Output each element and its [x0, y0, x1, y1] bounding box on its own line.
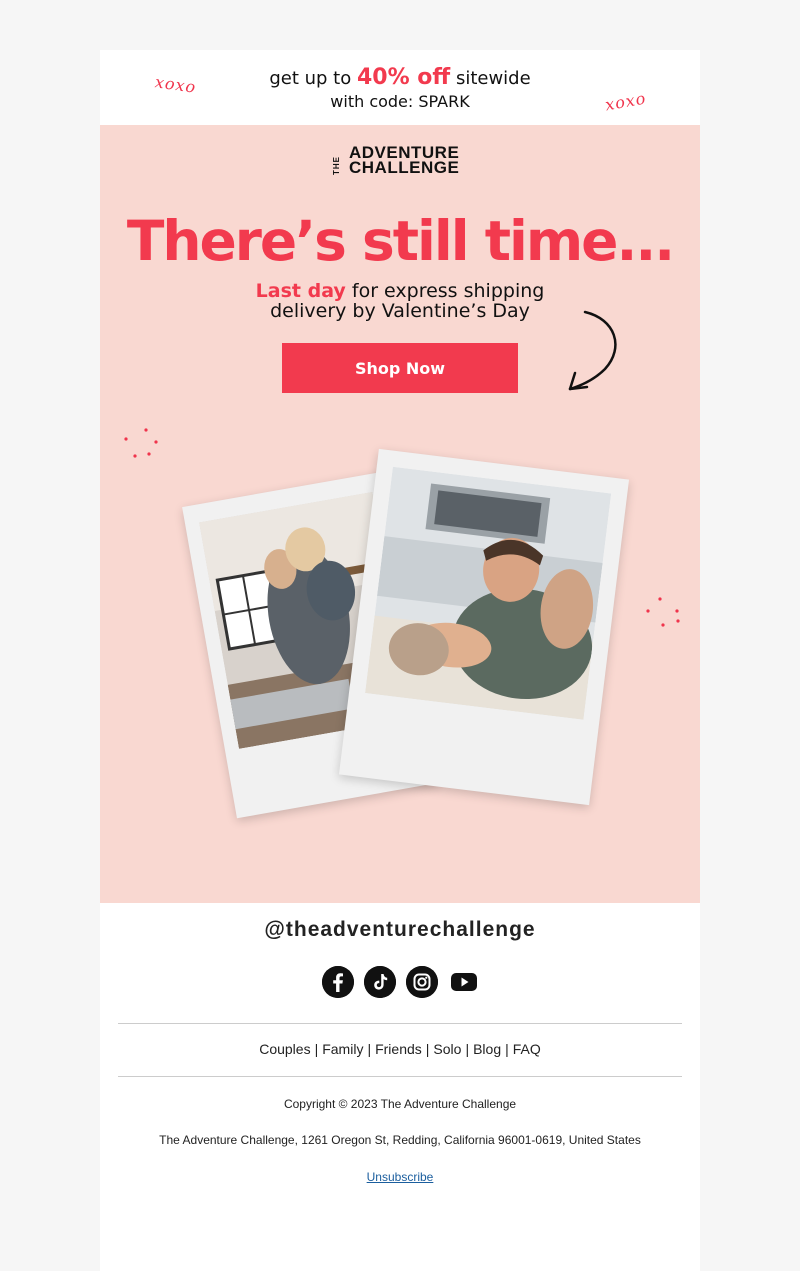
- unsubscribe-row: Unsubscribe: [100, 1170, 700, 1184]
- copyright-text: Copyright © 2023 The Adventure Challenge: [283, 1097, 517, 1111]
- confetti-dots-icon: [646, 597, 680, 627]
- promo-prefix: get up to: [269, 68, 352, 89]
- footer-link-friends[interactable]: Friends: [375, 1041, 422, 1057]
- promo-banner: xoxo xoxo get up to 40% off sitewide wit…: [100, 50, 700, 125]
- unsubscribe-link[interactable]: Unsubscribe: [367, 1170, 434, 1184]
- promo-suffix: sitewide: [455, 68, 531, 89]
- youtube-icon[interactable]: [448, 966, 480, 998]
- logo-line2: CHALLENGE: [349, 158, 460, 177]
- promo-discount: 40% off: [356, 65, 451, 90]
- instagram-icon[interactable]: [406, 966, 438, 998]
- footer-link-faq[interactable]: FAQ: [513, 1041, 541, 1057]
- tiktok-icon[interactable]: [364, 966, 396, 998]
- sub-rest: for express shipping: [351, 280, 545, 302]
- footer-link-couples[interactable]: Couples: [259, 1041, 310, 1057]
- facebook-icon[interactable]: [322, 966, 354, 998]
- footer-link-blog[interactable]: Blog: [473, 1041, 501, 1057]
- shop-now-button[interactable]: Shop Now: [282, 343, 518, 393]
- couple-photo-laughing: [365, 466, 612, 720]
- brand-logo[interactable]: THE ADVENTURE CHALLENGE: [332, 144, 468, 177]
- hero-section: THE ADVENTURE CHALLENGE There’s still ti…: [100, 125, 700, 903]
- link-separator: |: [314, 1041, 319, 1057]
- footer-link-family[interactable]: Family: [322, 1041, 363, 1057]
- promo-code: with code: SPARK: [330, 92, 470, 111]
- footer-links: Couples | Family | Friends | Solo | Blog | FAQ: [100, 1041, 700, 1057]
- link-separator: |: [465, 1041, 470, 1057]
- footer-divider: [118, 1076, 682, 1077]
- footer-section: @theadventurechallenge Couples | Family | Fr…: [100, 903, 700, 1271]
- link-separator: |: [505, 1041, 509, 1057]
- email-container: xoxo xoxo get up to 40% off sitewide wit…: [100, 50, 700, 1271]
- hero-headline: There’s still time...: [126, 209, 675, 273]
- footer-divider: [118, 1023, 682, 1024]
- link-separator: |: [367, 1041, 372, 1057]
- photo-kitchen-laughing: [365, 466, 612, 720]
- link-separator: |: [425, 1041, 430, 1057]
- promo-line: get up to 40% off sitewide: [100, 67, 700, 90]
- logo-the: THE: [332, 156, 341, 175]
- social-icons: [322, 966, 482, 1000]
- confetti-dots-icon: [124, 428, 158, 458]
- company-address: The Adventure Challenge, 1261 Oregon St,…: [159, 1133, 641, 1147]
- hand-drawn-arrow-icon: [568, 310, 617, 391]
- sub-accent: Last day: [255, 280, 346, 302]
- footer-link-solo[interactable]: Solo: [433, 1041, 461, 1057]
- social-handle[interactable]: @theadventurechallenge: [100, 918, 700, 942]
- polaroid-photo-front: [338, 448, 630, 806]
